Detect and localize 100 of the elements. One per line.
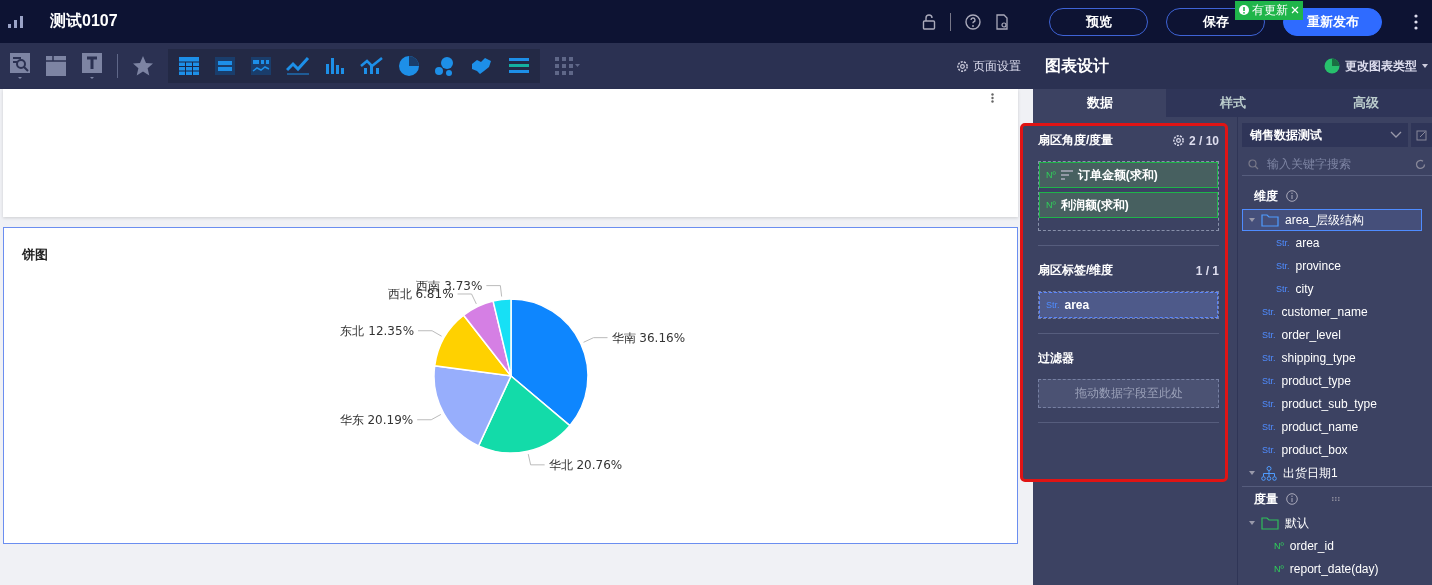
bar-chart-icon[interactable] [324,56,346,76]
settings-icon[interactable] [1171,134,1185,147]
field-name: product_box [1281,443,1348,457]
close-icon[interactable] [1291,6,1299,14]
page-settings-link[interactable]: 页面设置 [973,57,1021,75]
field-name: product_name [1281,420,1359,434]
field-name: 利润额(求和) [1060,196,1129,214]
type-label: Nº [1046,170,1056,180]
type-label: Str. [1262,307,1276,317]
info-icon[interactable] [1286,190,1298,202]
text-icon[interactable] [81,52,103,80]
field-name: 默认 [1285,514,1309,532]
list-icon[interactable] [508,56,530,76]
settings-icon[interactable] [956,59,969,73]
map-icon[interactable] [470,56,494,76]
field-item[interactable]: area_层级结构 [1242,209,1422,231]
leader-line [417,330,442,337]
field-item[interactable]: 默认 [1242,512,1422,534]
slice-label: 东北 12.35% [340,323,414,338]
line-chart-icon[interactable] [286,56,310,76]
search-icon [1248,158,1259,170]
table-icon[interactable] [178,56,200,76]
more-icon[interactable] [1414,13,1418,30]
pie-chart-icon[interactable] [398,55,420,77]
field-item[interactable]: Str. product_sub_type [1242,393,1422,415]
field-pill[interactable]: Nº 订单金额(求和) [1039,162,1218,188]
search-icon[interactable] [9,52,31,80]
hierarchy-icon [1261,465,1277,481]
field-name: area [1064,298,1090,312]
field-pill[interactable]: Str. area [1039,292,1218,318]
type-label: Str. [1262,330,1276,340]
pie-chart-icon[interactable] [1324,58,1340,74]
info-icon[interactable] [1286,493,1298,505]
field-name: order_level [1281,328,1341,342]
grid-menu-icon[interactable] [554,56,580,76]
field-item[interactable]: Nº report_date(day) [1242,558,1422,580]
sort-icon[interactable] [1060,170,1073,180]
type-label: Str. [1276,261,1290,271]
field-item[interactable]: Str. order_level [1242,324,1422,346]
folder-icon [1261,516,1279,530]
panel-tab[interactable]: 数据 [1033,89,1166,117]
section-title: 过滤器 [1038,350,1074,367]
alert-icon [1239,5,1249,15]
field-name: product_sub_type [1281,397,1377,411]
slice-label: 华东 20.19% [339,412,413,427]
field-name: city [1295,282,1314,296]
combo-chart-icon[interactable] [360,56,384,76]
group-title: 度量 [1254,490,1278,508]
drag-handle-icon[interactable] [1332,497,1342,501]
field-name: report_date(day) [1289,562,1379,576]
type-label: Str. [1262,399,1276,409]
field-name: 出货日期1 [1283,464,1338,482]
field-item[interactable]: Str. area [1242,232,1422,254]
field-count: 1 / 1 [1195,263,1219,278]
field-item[interactable]: Str. city [1242,278,1422,300]
edit-icon [1416,129,1427,141]
leader-line [485,285,502,298]
refresh-icon[interactable] [1415,158,1426,170]
dashboard-icon[interactable] [250,56,272,76]
slice-label: 华南 36.16% [611,330,685,345]
type-label: Str. [1262,422,1276,432]
star-icon[interactable] [132,55,154,77]
field-name: product_type [1281,374,1351,388]
type-label: Str. [1046,300,1060,310]
field-item[interactable]: Str. shipping_type [1242,347,1422,369]
type-label: Str. [1276,238,1290,248]
lock-icon[interactable] [922,13,936,30]
field-item[interactable]: Nº order_id [1242,535,1422,557]
search-field[interactable]: 输入关键字搜索 [1267,157,1407,171]
type-label: Nº [1274,564,1284,574]
field-item[interactable]: 出货日期1 [1242,462,1422,484]
dataset-select[interactable]: 销售数据测试 [1242,123,1408,147]
panel-tab[interactable]: 高级 [1299,89,1432,117]
leader-line [582,337,608,343]
leader-line [527,453,545,466]
document-settings-icon[interactable] [995,13,1009,30]
bubble-chart-icon[interactable] [434,55,456,77]
caret-icon[interactable] [1249,471,1255,475]
field-item[interactable]: Str. customer_name [1242,301,1422,323]
leader-line [456,293,477,305]
type-label: Str. [1262,353,1276,363]
field-item[interactable]: Str. product_box [1242,439,1422,461]
slice-label: 华北 20.76% [548,457,622,472]
change-chart-type-link[interactable]: 更改图表类型 [1345,57,1417,75]
caret-icon[interactable] [1422,64,1428,68]
field-item[interactable]: Str. province [1242,255,1422,277]
folder-icon [1261,213,1279,227]
caret-icon[interactable] [1249,521,1255,525]
field-count: 2 / 10 [1188,133,1219,148]
help-icon[interactable] [965,13,981,30]
field-item[interactable]: Str. product_name [1242,416,1422,438]
field-name: customer_name [1281,305,1368,319]
panel-tab[interactable]: 样式 [1166,89,1299,117]
field-pill[interactable]: Nº 利润额(求和) [1039,192,1218,218]
page-title: 测试0107 [50,11,118,31]
field-name: shipping_type [1281,351,1356,365]
field-item[interactable]: Str. product_type [1242,370,1422,392]
card-icon[interactable] [214,56,236,76]
container-icon[interactable] [45,55,67,77]
field-name: area_层级结构 [1285,211,1364,229]
